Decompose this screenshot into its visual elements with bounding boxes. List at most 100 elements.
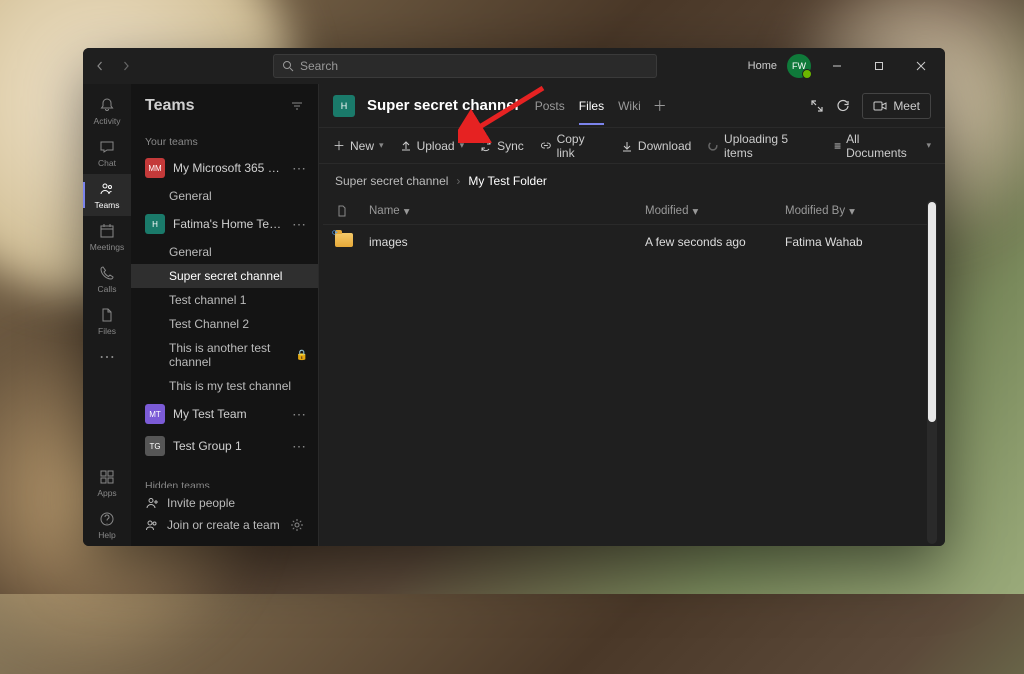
filter-icon[interactable] bbox=[290, 99, 304, 113]
tab-files[interactable]: Files bbox=[579, 87, 604, 125]
new-button[interactable]: ＋ New ▾ bbox=[333, 137, 384, 154]
gear-icon[interactable] bbox=[290, 518, 304, 532]
channel-badge: H bbox=[333, 95, 355, 117]
add-tab-button[interactable]: ＋ bbox=[653, 96, 667, 116]
upload-icon bbox=[400, 140, 412, 152]
scrollbar-thumb[interactable] bbox=[928, 202, 936, 422]
plus-icon: ＋ bbox=[333, 137, 345, 154]
help-icon bbox=[98, 510, 116, 528]
team-more-button[interactable]: ⋯ bbox=[290, 406, 308, 423]
team-badge: H bbox=[145, 214, 165, 234]
channel-row[interactable]: Test channel 1 bbox=[131, 288, 318, 312]
titlebar: Search Home FW bbox=[83, 48, 945, 84]
all-documents-dropdown[interactable]: ≡ All Documents ▾ bbox=[834, 132, 931, 160]
download-button[interactable]: Download bbox=[621, 139, 691, 153]
column-header-name[interactable]: Name▾ bbox=[369, 204, 645, 218]
meet-button[interactable]: Meet bbox=[862, 93, 931, 119]
rail-more-button[interactable]: ⋯ bbox=[83, 342, 131, 372]
content-area: H Super secret channel Posts Files Wiki ＋ … bbox=[319, 84, 945, 546]
link-icon bbox=[540, 140, 552, 152]
close-button[interactable] bbox=[905, 52, 937, 80]
file-list: Name▾ Modified▾ Modified By▾ ⟳ imagesA fe… bbox=[323, 198, 927, 546]
chevron-down-icon: ▾ bbox=[926, 140, 931, 151]
sync-button[interactable]: Sync bbox=[480, 139, 524, 153]
channel-row[interactable]: General bbox=[131, 184, 318, 208]
file-row[interactable]: ⟳ imagesA few seconds agoFatima Wahab bbox=[323, 225, 927, 258]
team-name: My Test Team bbox=[173, 407, 282, 421]
teams-window: Search Home FW ActivityChatTeamsMeetings… bbox=[83, 48, 945, 546]
call-icon bbox=[98, 264, 116, 282]
team-more-button[interactable]: ⋯ bbox=[290, 438, 308, 455]
maximize-button[interactable] bbox=[863, 52, 895, 80]
file-toolbar: ＋ New ▾ Upload ▾ Sync Copy link bbox=[319, 128, 945, 164]
file-modified-by: Fatima Wahab bbox=[785, 235, 915, 249]
document-icon bbox=[335, 204, 349, 218]
team-more-button[interactable]: ⋯ bbox=[290, 216, 308, 233]
invite-people-button[interactable]: Invite people bbox=[145, 496, 304, 510]
hidden-teams-label[interactable]: Hidden teams bbox=[131, 462, 318, 488]
channel-name: Test Channel 2 bbox=[169, 317, 249, 331]
nav-back-button[interactable] bbox=[91, 57, 109, 75]
channel-row[interactable]: Super secret channel bbox=[131, 264, 318, 288]
rail-help[interactable]: Help bbox=[83, 504, 131, 546]
channel-name: Super secret channel bbox=[169, 269, 282, 283]
refresh-icon[interactable] bbox=[836, 99, 850, 113]
rail-meetings[interactable]: Meetings bbox=[83, 216, 131, 258]
team-name: Fatima's Home Team bbox=[173, 217, 282, 231]
lock-icon: 🔒 bbox=[296, 350, 308, 361]
uploading-status[interactable]: Uploading 5 items bbox=[707, 132, 818, 160]
breadcrumb-current: My Test Folder bbox=[468, 174, 546, 188]
copy-link-button[interactable]: Copy link bbox=[540, 132, 605, 160]
chevron-right-icon: › bbox=[456, 174, 460, 188]
section-your-teams: Your teams bbox=[131, 128, 318, 152]
sync-icon bbox=[480, 140, 492, 152]
channel-name: Test channel 1 bbox=[169, 293, 246, 307]
search-placeholder: Search bbox=[300, 59, 338, 73]
file-name: images bbox=[369, 235, 645, 249]
file-modified: A few seconds ago bbox=[645, 235, 785, 249]
channel-title: Super secret channel bbox=[367, 97, 519, 114]
sync-badge-icon: ⟳ bbox=[332, 229, 338, 237]
files-icon bbox=[98, 306, 116, 324]
team-more-button[interactable]: ⋯ bbox=[290, 160, 308, 177]
channel-row[interactable]: General bbox=[131, 240, 318, 264]
join-create-team-button[interactable]: Join or create a team bbox=[145, 518, 304, 532]
channel-row[interactable]: This is my test channel bbox=[131, 374, 318, 398]
tab-wiki[interactable]: Wiki bbox=[618, 87, 641, 125]
breadcrumb-root[interactable]: Super secret channel bbox=[335, 174, 448, 188]
search-icon bbox=[282, 60, 294, 72]
bell-icon bbox=[98, 96, 116, 114]
calendar-icon bbox=[98, 222, 116, 240]
chat-icon bbox=[98, 138, 116, 156]
nav-forward-button[interactable] bbox=[117, 57, 135, 75]
rail-teams[interactable]: Teams bbox=[83, 174, 131, 216]
rail-apps[interactable]: Apps bbox=[83, 462, 131, 504]
team-row[interactable]: TGTest Group 1⋯ bbox=[131, 430, 318, 462]
rail-activity[interactable]: Activity bbox=[83, 90, 131, 132]
channel-row[interactable]: Test Channel 2 bbox=[131, 312, 318, 336]
search-input[interactable]: Search bbox=[273, 54, 657, 78]
minimize-button[interactable] bbox=[821, 52, 853, 80]
channel-header: H Super secret channel PostsFilesWiki ＋ … bbox=[319, 84, 945, 128]
tab-posts[interactable]: Posts bbox=[535, 87, 565, 125]
team-row[interactable]: H Fatima's Home Team ⋯ bbox=[131, 208, 318, 240]
rail-chat[interactable]: Chat bbox=[83, 132, 131, 174]
rail-calls[interactable]: Calls bbox=[83, 258, 131, 300]
people-icon bbox=[145, 518, 159, 532]
column-header-modified-by[interactable]: Modified By▾ bbox=[785, 204, 915, 218]
rail-files[interactable]: Files bbox=[83, 300, 131, 342]
scrollbar[interactable] bbox=[927, 200, 937, 544]
expand-icon[interactable] bbox=[810, 99, 824, 113]
channel-name: This is another test channel bbox=[169, 341, 290, 369]
column-header-modified[interactable]: Modified▾ bbox=[645, 204, 785, 218]
team-row[interactable]: MTMy Test Team⋯ bbox=[131, 398, 318, 430]
breadcrumb: Super secret channel › My Test Folder bbox=[319, 164, 945, 198]
team-row[interactable]: MMMy Microsoft 365 group⋯ bbox=[131, 152, 318, 184]
teams-icon bbox=[98, 180, 116, 198]
upload-button[interactable]: Upload ▾ bbox=[400, 139, 465, 153]
channel-row[interactable]: This is another test channel 🔒 bbox=[131, 336, 318, 374]
user-avatar[interactable]: FW bbox=[787, 54, 811, 78]
teams-panel-title: Teams bbox=[145, 97, 195, 115]
video-icon bbox=[873, 100, 887, 112]
channel-name: General bbox=[169, 189, 212, 203]
